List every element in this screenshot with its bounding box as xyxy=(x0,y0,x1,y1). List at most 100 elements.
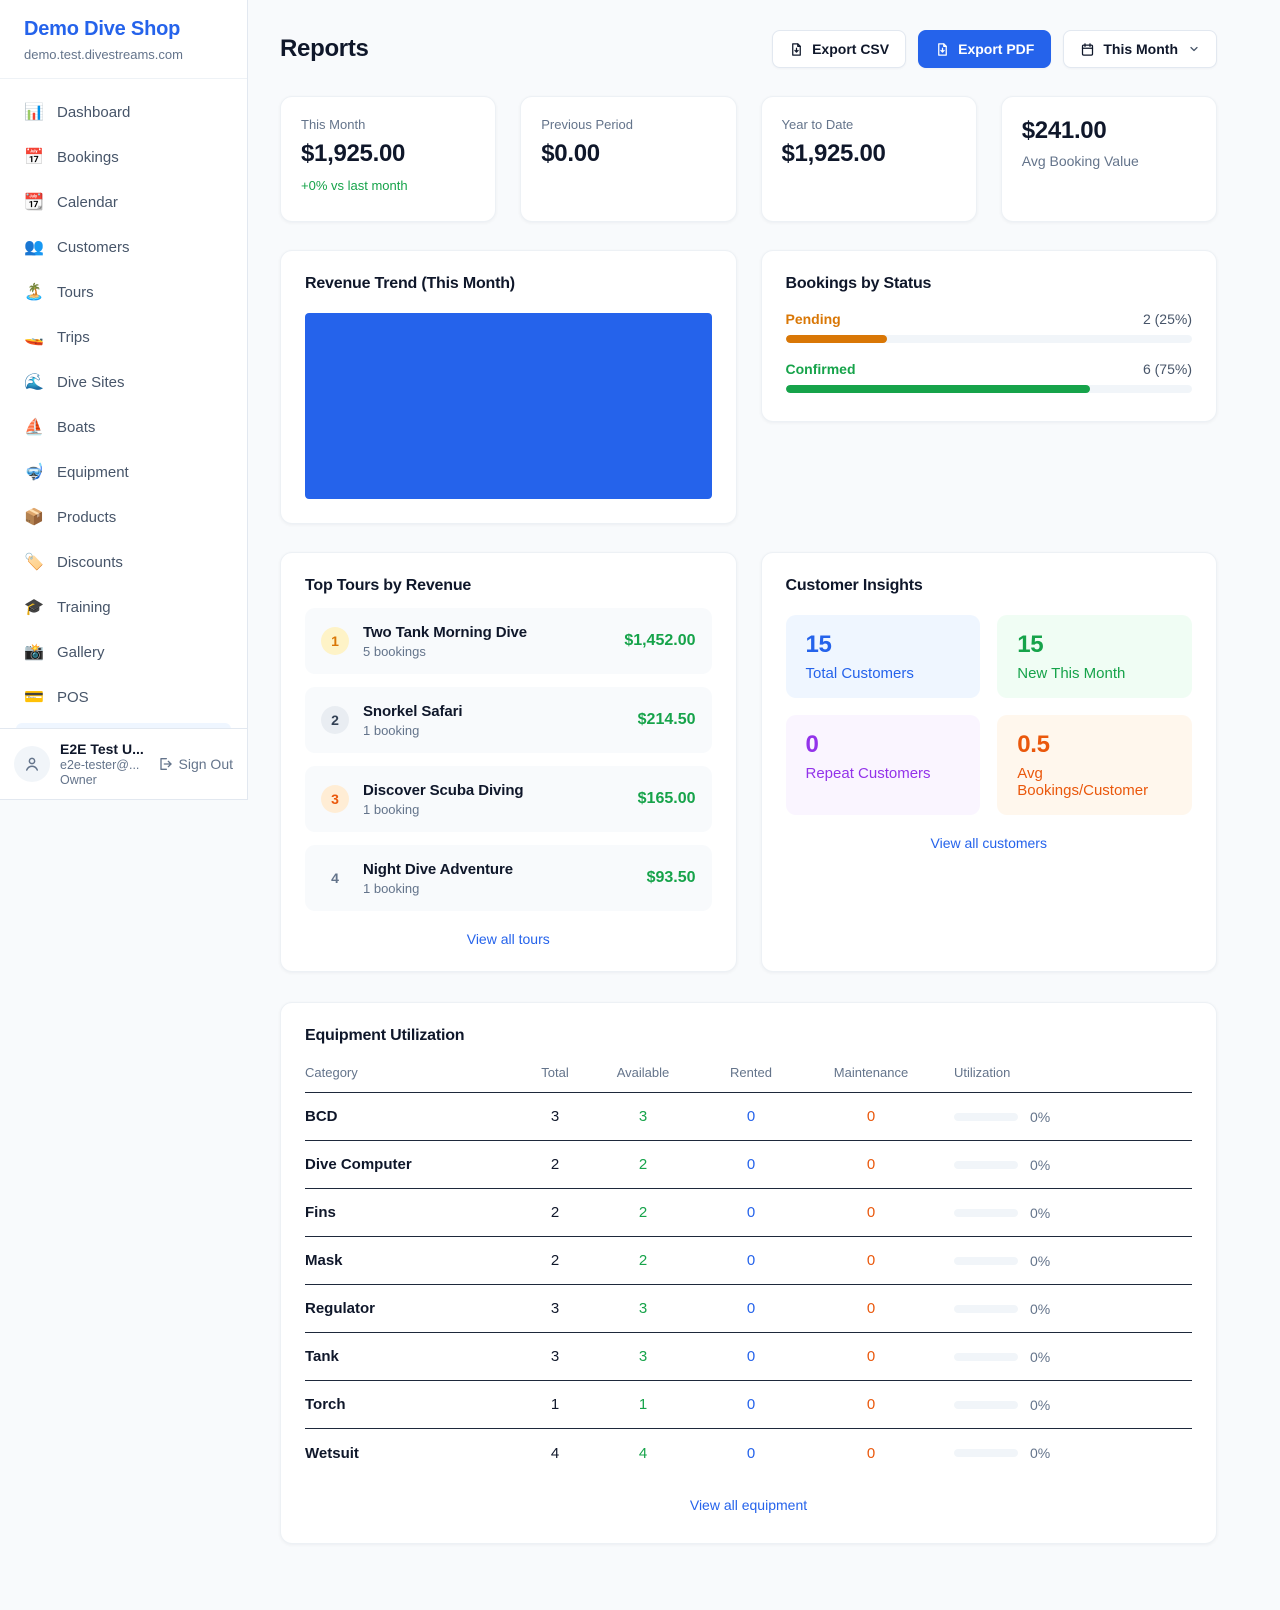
table-row: Dive Computer 2 2 0 0 0% xyxy=(305,1141,1192,1189)
utilization-pct: 0% xyxy=(1030,1205,1050,1221)
tour-bookings: 1 booking xyxy=(363,881,633,896)
customer-insights-card: Customer Insights 15 Total Customers 15 … xyxy=(761,552,1218,972)
progress-track xyxy=(786,335,1193,343)
top-tours-card: Top Tours by Revenue 1 Two Tank Morning … xyxy=(280,552,737,972)
sidebar-item-dive-sites[interactable]: 🌊 Dive Sites xyxy=(8,363,239,401)
status-label: Confirmed xyxy=(786,361,856,377)
sidebar-item-bookings[interactable]: 📅 Bookings xyxy=(8,138,239,176)
export-csv-button[interactable]: Export CSV xyxy=(772,30,906,68)
user-footer: E2E Test U... e2e-tester@... Owner Sign … xyxy=(0,728,247,799)
shop-name: Demo Dive Shop xyxy=(24,18,223,41)
view-all-equipment-link[interactable]: View all equipment xyxy=(305,1497,1192,1513)
sidebar-item-gallery[interactable]: 📸 Gallery xyxy=(8,633,239,671)
table-row: Fins 2 2 0 0 0% xyxy=(305,1189,1192,1237)
stat-delta: +0% vs last month xyxy=(301,178,475,193)
cell-rented: 0 xyxy=(696,1204,806,1221)
dashboard-icon: 📊 xyxy=(24,102,44,122)
sidebar-item-label: Trips xyxy=(57,329,90,346)
column-header: Utilization xyxy=(936,1065,1192,1080)
insight-tiles: 15 Total Customers 15 New This Month 0 R… xyxy=(786,615,1193,815)
tour-list-item: 4 Night Dive Adventure 1 booking $93.50 xyxy=(305,845,712,911)
sidebar-item-trips[interactable]: 🚤 Trips xyxy=(8,318,239,356)
utilization-pct: 0% xyxy=(1030,1445,1050,1461)
sidebar-item-pos[interactable]: 💳 POS xyxy=(8,678,239,716)
cell-category: Tank xyxy=(305,1348,520,1365)
progress-track xyxy=(786,385,1193,393)
person-icon xyxy=(23,755,41,773)
cell-total: 3 xyxy=(520,1300,590,1317)
table-row: BCD 3 3 0 0 0% xyxy=(305,1093,1192,1141)
rank-badge: 4 xyxy=(321,864,349,892)
view-all-customers-link[interactable]: View all customers xyxy=(786,835,1193,851)
cell-rented: 0 xyxy=(696,1348,806,1365)
bookings-by-status-card: Bookings by Status Pending 2 (25%) Confi… xyxy=(761,250,1218,422)
tile-label: Avg Bookings/Customer xyxy=(1017,765,1172,799)
tile-value: 0 xyxy=(806,731,961,759)
user-email: e2e-tester@... xyxy=(60,758,147,772)
stat-label: Year to Date xyxy=(782,117,956,132)
rank-badge: 3 xyxy=(321,785,349,813)
logout-icon xyxy=(157,756,173,772)
sidebar-item-equipment[interactable]: 🤿 Equipment xyxy=(8,453,239,491)
cell-category: Dive Computer xyxy=(305,1156,520,1173)
sign-out-label: Sign Out xyxy=(179,756,233,772)
view-all-tours-link[interactable]: View all tours xyxy=(305,931,712,947)
cell-utilization: 0% xyxy=(936,1253,1192,1269)
cell-rented: 0 xyxy=(696,1156,806,1173)
sidebar-item-training[interactable]: 🎓 Training xyxy=(8,588,239,626)
utilization-track xyxy=(954,1449,1018,1457)
status-row-confirmed: Confirmed 6 (75%) xyxy=(786,361,1193,393)
top-tours-title: Top Tours by Revenue xyxy=(305,577,712,595)
progress-fill-pending xyxy=(786,335,888,343)
cell-maintenance: 0 xyxy=(806,1300,936,1317)
period-selector[interactable]: This Month xyxy=(1063,30,1217,68)
utilization-pct: 0% xyxy=(1030,1157,1050,1173)
tour-name: Snorkel Safari xyxy=(363,703,624,720)
sign-out-button[interactable]: Sign Out xyxy=(157,756,233,772)
tile-value: 15 xyxy=(806,631,961,659)
avatar xyxy=(14,746,50,782)
main-content: Reports Export CSV Export PDF This Month xyxy=(248,0,1280,1584)
customer-insights-title: Customer Insights xyxy=(786,577,1193,595)
export-pdf-label: Export PDF xyxy=(958,41,1034,57)
cell-available: 3 xyxy=(590,1108,696,1125)
stat-value: $1,925.00 xyxy=(782,140,956,168)
cell-category: Torch xyxy=(305,1396,520,1413)
bookings-icon: 📅 xyxy=(24,147,44,167)
sidebar-item-dashboard[interactable]: 📊 Dashboard xyxy=(8,93,239,131)
page-header: Reports Export CSV Export PDF This Month xyxy=(280,30,1217,68)
file-download-icon xyxy=(935,42,950,57)
cell-rented: 0 xyxy=(696,1252,806,1269)
cell-utilization: 0% xyxy=(936,1397,1192,1413)
tour-list-item: 1 Two Tank Morning Dive 5 bookings $1,45… xyxy=(305,608,712,674)
sidebar-item-discounts[interactable]: 🏷️ Discounts xyxy=(8,543,239,581)
cell-category: Mask xyxy=(305,1252,520,1269)
cell-available: 1 xyxy=(590,1396,696,1413)
sidebar-item-customers[interactable]: 👥 Customers xyxy=(8,228,239,266)
sidebar-item-products[interactable]: 📦 Products xyxy=(8,498,239,536)
sidebar-item-label: Tours xyxy=(57,284,94,301)
user-role: Owner xyxy=(60,773,147,787)
sidebar-item-boats[interactable]: ⛵ Boats xyxy=(8,408,239,446)
stat-card-year-to-date: Year to Date $1,925.00 xyxy=(761,96,977,222)
export-pdf-button[interactable]: Export PDF xyxy=(918,30,1051,68)
utilization-pct: 0% xyxy=(1030,1349,1050,1365)
sidebar-item-tours[interactable]: 🏝️ Tours xyxy=(8,273,239,311)
tile-new-this-month: 15 New This Month xyxy=(997,615,1192,698)
status-label: Pending xyxy=(786,311,841,327)
pos-icon: 💳 xyxy=(24,687,44,707)
products-icon: 📦 xyxy=(24,507,44,527)
cell-utilization: 0% xyxy=(936,1109,1192,1125)
equipment-table: Category Total Available Rented Maintena… xyxy=(305,1065,1192,1477)
period-label: This Month xyxy=(1103,41,1178,57)
export-csv-label: Export CSV xyxy=(812,41,889,57)
cell-maintenance: 0 xyxy=(806,1252,936,1269)
dive-sites-icon: 🌊 xyxy=(24,372,44,392)
sidebar-item-calendar[interactable]: 📆 Calendar xyxy=(8,183,239,221)
cell-utilization: 0% xyxy=(936,1349,1192,1365)
user-name: E2E Test U... xyxy=(60,741,147,757)
cell-maintenance: 0 xyxy=(806,1156,936,1173)
sidebar: Demo Dive Shop demo.test.divestreams.com… xyxy=(0,0,248,800)
cell-category: Regulator xyxy=(305,1300,520,1317)
sidebar-item-label: Equipment xyxy=(57,464,129,481)
